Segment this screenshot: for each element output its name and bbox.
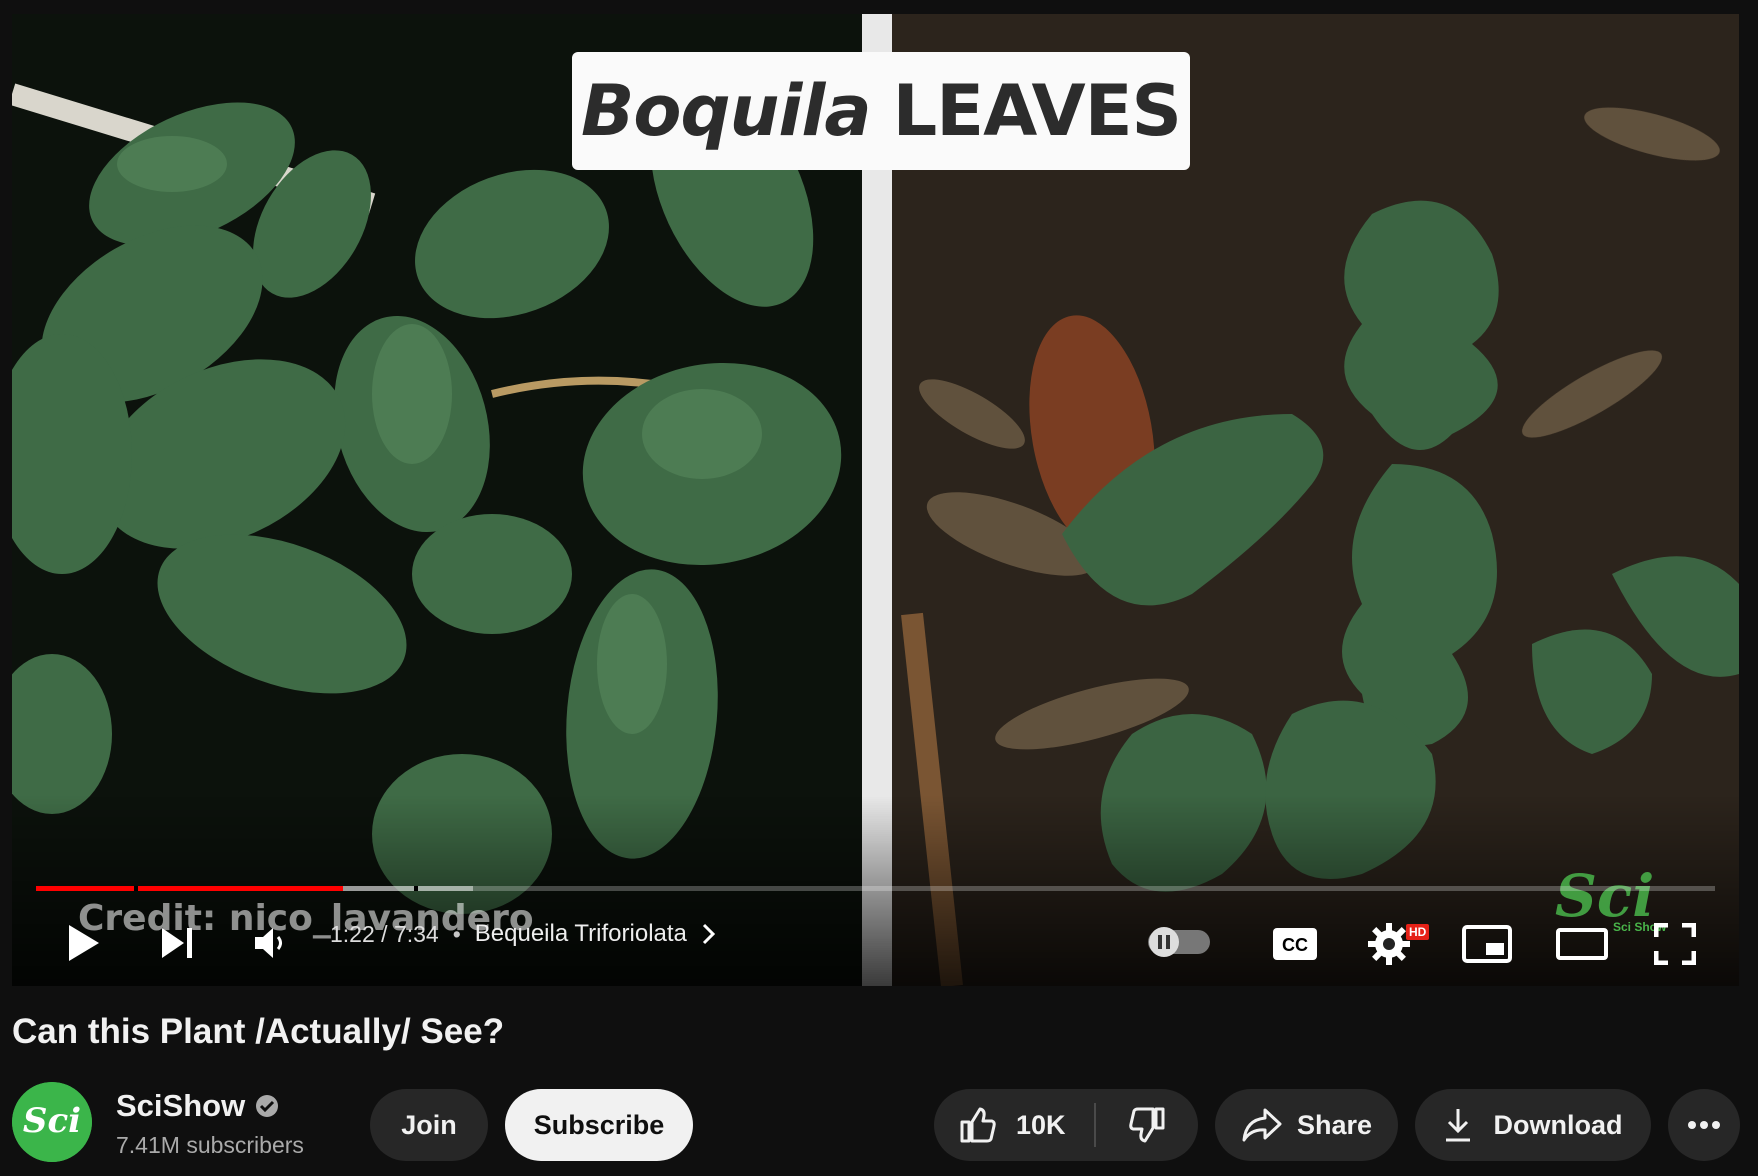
- like-button[interactable]: 10K: [934, 1089, 1094, 1161]
- duration: 7:34: [393, 920, 439, 947]
- chapter-marker: [134, 886, 138, 891]
- channel-name[interactable]: SciShow: [116, 1088, 279, 1124]
- download-icon: [1445, 1109, 1470, 1142]
- share-button[interactable]: Share: [1215, 1089, 1398, 1161]
- autoplay-toggle-icon: [1148, 927, 1210, 957]
- share-label: Share: [1296, 1109, 1373, 1140]
- volume-button[interactable]: [248, 920, 298, 966]
- channel-name-text[interactable]: SciShow: [116, 1088, 245, 1124]
- overlay-title-italic: Boquila: [581, 70, 872, 152]
- video-player[interactable]: Boquila LEAVES Credit: nico_lavandero Sc…: [12, 14, 1739, 986]
- time-display: 1:22 / 7:34 • Bequeila Triforiolata: [330, 920, 717, 948]
- miniplayer-button[interactable]: [1460, 924, 1514, 964]
- dislike-icon: [1129, 1107, 1165, 1143]
- download-button[interactable]: Download: [1415, 1089, 1651, 1161]
- more-icon: [1688, 1121, 1720, 1129]
- like-count: 10K: [1016, 1109, 1066, 1140]
- progress-bar[interactable]: [36, 886, 1715, 891]
- play-button[interactable]: [58, 918, 108, 968]
- download-label: Download: [1493, 1109, 1623, 1140]
- video-title: Can this Plant /Actually/ See?: [12, 1012, 505, 1051]
- dislike-button[interactable]: [1096, 1089, 1198, 1161]
- overlay-title-bold: LEAVES: [892, 70, 1182, 152]
- svg-text:CC: CC: [1282, 935, 1308, 955]
- theater-icon: [1556, 928, 1608, 960]
- svg-text:Sci: Sci: [23, 1101, 81, 1141]
- like-dislike-group: 10K: [934, 1089, 1198, 1161]
- miniplayer-icon: [1462, 925, 1512, 963]
- fullscreen-button[interactable]: [1652, 922, 1698, 966]
- more-actions-button[interactable]: [1668, 1089, 1740, 1161]
- progress-played: [36, 886, 344, 891]
- channel-logo-icon: Sci: [12, 1082, 92, 1162]
- chapter-title[interactable]: Bequeila Triforiolata: [475, 920, 687, 948]
- next-button[interactable]: [152, 918, 202, 968]
- captions-button[interactable]: CC: [1270, 926, 1320, 962]
- avatar[interactable]: Sci: [12, 1082, 92, 1162]
- join-button[interactable]: Join: [370, 1089, 488, 1161]
- cc-icon: CC: [1273, 928, 1317, 960]
- chapter-marker: [414, 886, 418, 891]
- next-icon: [162, 928, 192, 958]
- current-time: 1:22: [330, 920, 375, 947]
- theater-mode-button[interactable]: [1555, 926, 1609, 962]
- volume-icon: [255, 928, 282, 958]
- play-icon: [69, 925, 99, 961]
- autoplay-toggle[interactable]: [1146, 924, 1212, 960]
- fullscreen-icon: [1654, 923, 1696, 965]
- subscribe-button[interactable]: Subscribe: [505, 1089, 693, 1161]
- like-icon: [960, 1107, 996, 1143]
- share-icon: [1242, 1108, 1282, 1142]
- verified-icon: [256, 1095, 279, 1117]
- time-separator: /: [381, 920, 388, 947]
- subscriber-count: 7.41M subscribers: [116, 1132, 304, 1158]
- settings-icon: [1368, 923, 1410, 965]
- overlay-title: Boquila LEAVES: [572, 52, 1190, 170]
- hd-badge: HD: [1406, 924, 1430, 940]
- chapter-separator: •: [452, 920, 461, 947]
- chevron-right-icon[interactable]: [701, 922, 717, 946]
